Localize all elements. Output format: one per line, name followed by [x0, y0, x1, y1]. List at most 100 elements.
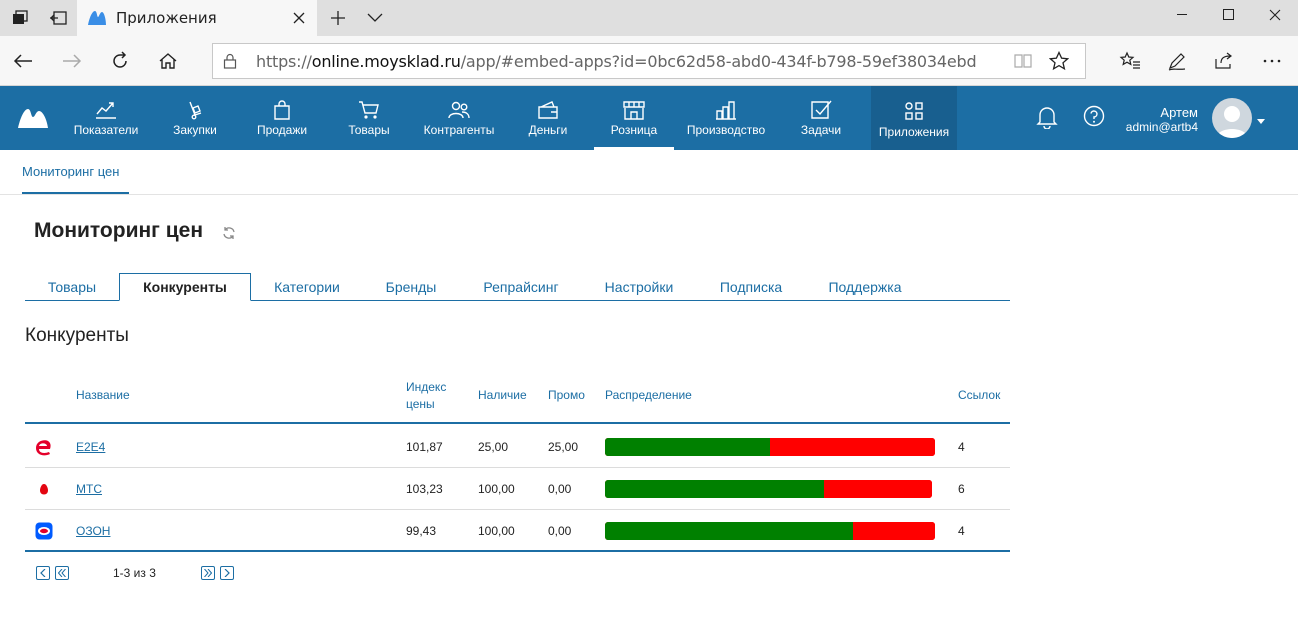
- first-page-button[interactable]: [36, 566, 50, 580]
- set-aside-tabs-icon[interactable]: [46, 6, 70, 30]
- tab-subscription[interactable]: Подписка: [695, 273, 807, 301]
- share-icon[interactable]: [1212, 49, 1236, 73]
- nav-item-counterparties[interactable]: Контрагенты: [421, 86, 497, 150]
- column-header-promo[interactable]: Промо: [548, 388, 585, 402]
- tab-brands[interactable]: Бренды: [363, 273, 459, 301]
- new-tab-icon[interactable]: [326, 6, 350, 30]
- browser-tab-strip: Приложения: [0, 0, 1298, 36]
- links-count: 4: [958, 524, 965, 538]
- table-row: МТС 103,23 100,00 0,00 6: [25, 468, 1010, 510]
- nav-item-purchases[interactable]: Закупки: [170, 86, 220, 150]
- competitor-link[interactable]: ОЗОН: [76, 524, 110, 538]
- distribution-green-segment: [605, 522, 853, 540]
- favorites-list-icon[interactable]: [1118, 49, 1142, 73]
- nav-item-label: Закупки: [173, 123, 217, 137]
- url-field[interactable]: https://online.moysklad.ru/app/#embed-ap…: [212, 43, 1086, 79]
- column-header-price-index[interactable]: Индекс цены: [406, 379, 446, 413]
- page-title: Мониторинг цен: [34, 219, 204, 242]
- reload-icon[interactable]: [108, 49, 132, 73]
- prev-page-button[interactable]: [55, 566, 69, 580]
- maximize-icon[interactable]: [1206, 0, 1252, 30]
- last-page-button[interactable]: [220, 566, 234, 580]
- wallet-icon: [538, 101, 558, 119]
- browser-tab-title: Приложения: [116, 9, 217, 27]
- bell-icon[interactable]: [1036, 105, 1058, 132]
- nav-item-sales[interactable]: Продажи: [254, 86, 310, 150]
- promo-value: 0,00: [548, 524, 572, 538]
- competitor-link[interactable]: E2E4: [76, 440, 105, 454]
- purchase-icon: [189, 101, 202, 120]
- minimize-icon[interactable]: [1160, 0, 1206, 30]
- nav-item-money[interactable]: Деньги: [525, 86, 571, 150]
- tab-products[interactable]: Товары: [25, 273, 119, 301]
- nav-item-label: Товары: [348, 123, 390, 137]
- tab-competitors[interactable]: Конкуренты: [119, 273, 251, 301]
- nav-item-apps[interactable]: Приложения: [871, 86, 957, 150]
- chevron-right-icon: [224, 569, 230, 577]
- tab-settings[interactable]: Настройки: [583, 273, 695, 301]
- nav-item-label: Розница: [610, 123, 658, 137]
- mts-logo-icon: [35, 480, 53, 498]
- double-chevron-right-icon: [204, 569, 212, 577]
- nav-item-label: Производство: [686, 123, 766, 137]
- user-menu[interactable]: Артем admin@artb4: [1118, 105, 1198, 134]
- pen-icon[interactable]: [1165, 49, 1189, 73]
- people-icon: [448, 101, 470, 119]
- more-icon[interactable]: [1260, 49, 1284, 73]
- stock-value: 100,00: [478, 524, 515, 538]
- refresh-icon[interactable]: [222, 226, 236, 243]
- tab-repricing[interactable]: Репрайсинг: [459, 273, 583, 301]
- address-bar-row: https://online.moysklad.ru/app/#embed-ap…: [0, 36, 1298, 86]
- distribution-red-segment: [824, 480, 932, 498]
- back-arrow-icon[interactable]: [11, 49, 35, 73]
- store-icon: [623, 101, 645, 120]
- subnav-item-price-monitoring[interactable]: Мониторинг цен: [22, 164, 119, 179]
- column-header-name[interactable]: Название: [76, 388, 130, 402]
- moysklad-logo-icon[interactable]: [17, 106, 49, 133]
- competitor-link[interactable]: МТС: [76, 482, 102, 496]
- links-count: 6: [958, 482, 965, 496]
- nav-item-label: Приложения: [878, 125, 950, 139]
- caret-down-icon[interactable]: [1257, 113, 1265, 127]
- chevron-down-icon[interactable]: [363, 6, 387, 30]
- next-page-button[interactable]: [201, 566, 215, 580]
- bag-icon: [274, 100, 290, 120]
- close-window-icon[interactable]: [1252, 0, 1298, 30]
- app-sub-nav: Мониторинг цен: [0, 150, 1298, 195]
- nav-item-products[interactable]: Товары: [346, 86, 392, 150]
- help-icon[interactable]: [1083, 105, 1105, 130]
- section-title: Конкуренты: [25, 325, 129, 346]
- avatar[interactable]: [1212, 98, 1252, 138]
- nav-item-indicators[interactable]: Показатели: [73, 86, 139, 150]
- column-header-distribution[interactable]: Распределение: [605, 388, 692, 402]
- nav-item-retail[interactable]: Розница: [594, 86, 674, 150]
- table-row: E2E4 101,87 25,00 25,00 4: [25, 426, 1010, 468]
- distribution-red-segment: [852, 522, 935, 540]
- apps-icon: [905, 102, 923, 120]
- page-range: 1-3 из 3: [113, 566, 156, 580]
- nav-item-production[interactable]: Производство: [684, 86, 768, 150]
- stock-value: 100,00: [478, 482, 515, 496]
- distribution-bar: [605, 438, 935, 456]
- browser-tab[interactable]: Приложения: [77, 0, 317, 36]
- table-header: Название Индекс цены Наличие Промо Распре…: [25, 372, 1010, 424]
- distribution-green-segment: [605, 480, 825, 498]
- app-header: Показатели Закупки Продажи Товары Контра…: [0, 86, 1298, 150]
- forward-arrow-icon[interactable]: [60, 49, 84, 73]
- nav-item-tasks[interactable]: Задачи: [797, 86, 845, 150]
- close-tab-icon[interactable]: [289, 8, 309, 28]
- tab-categories[interactable]: Категории: [251, 273, 363, 301]
- tab-actions-icon[interactable]: [8, 6, 32, 30]
- home-icon[interactable]: [156, 49, 180, 73]
- nav-item-label: Продажи: [256, 123, 308, 137]
- ozon-logo-icon: [35, 522, 53, 540]
- distribution-bar: [605, 522, 935, 540]
- distribution-bar: [605, 480, 932, 498]
- column-header-links[interactable]: Ссылок: [958, 388, 1000, 402]
- tab-support[interactable]: Поддержка: [807, 273, 923, 301]
- nav-item-label: Показатели: [73, 123, 139, 137]
- column-header-stock[interactable]: Наличие: [478, 388, 527, 402]
- promo-value: 0,00: [548, 482, 572, 496]
- favorite-star-icon[interactable]: [1048, 50, 1070, 74]
- reading-view-icon[interactable]: [1013, 52, 1033, 73]
